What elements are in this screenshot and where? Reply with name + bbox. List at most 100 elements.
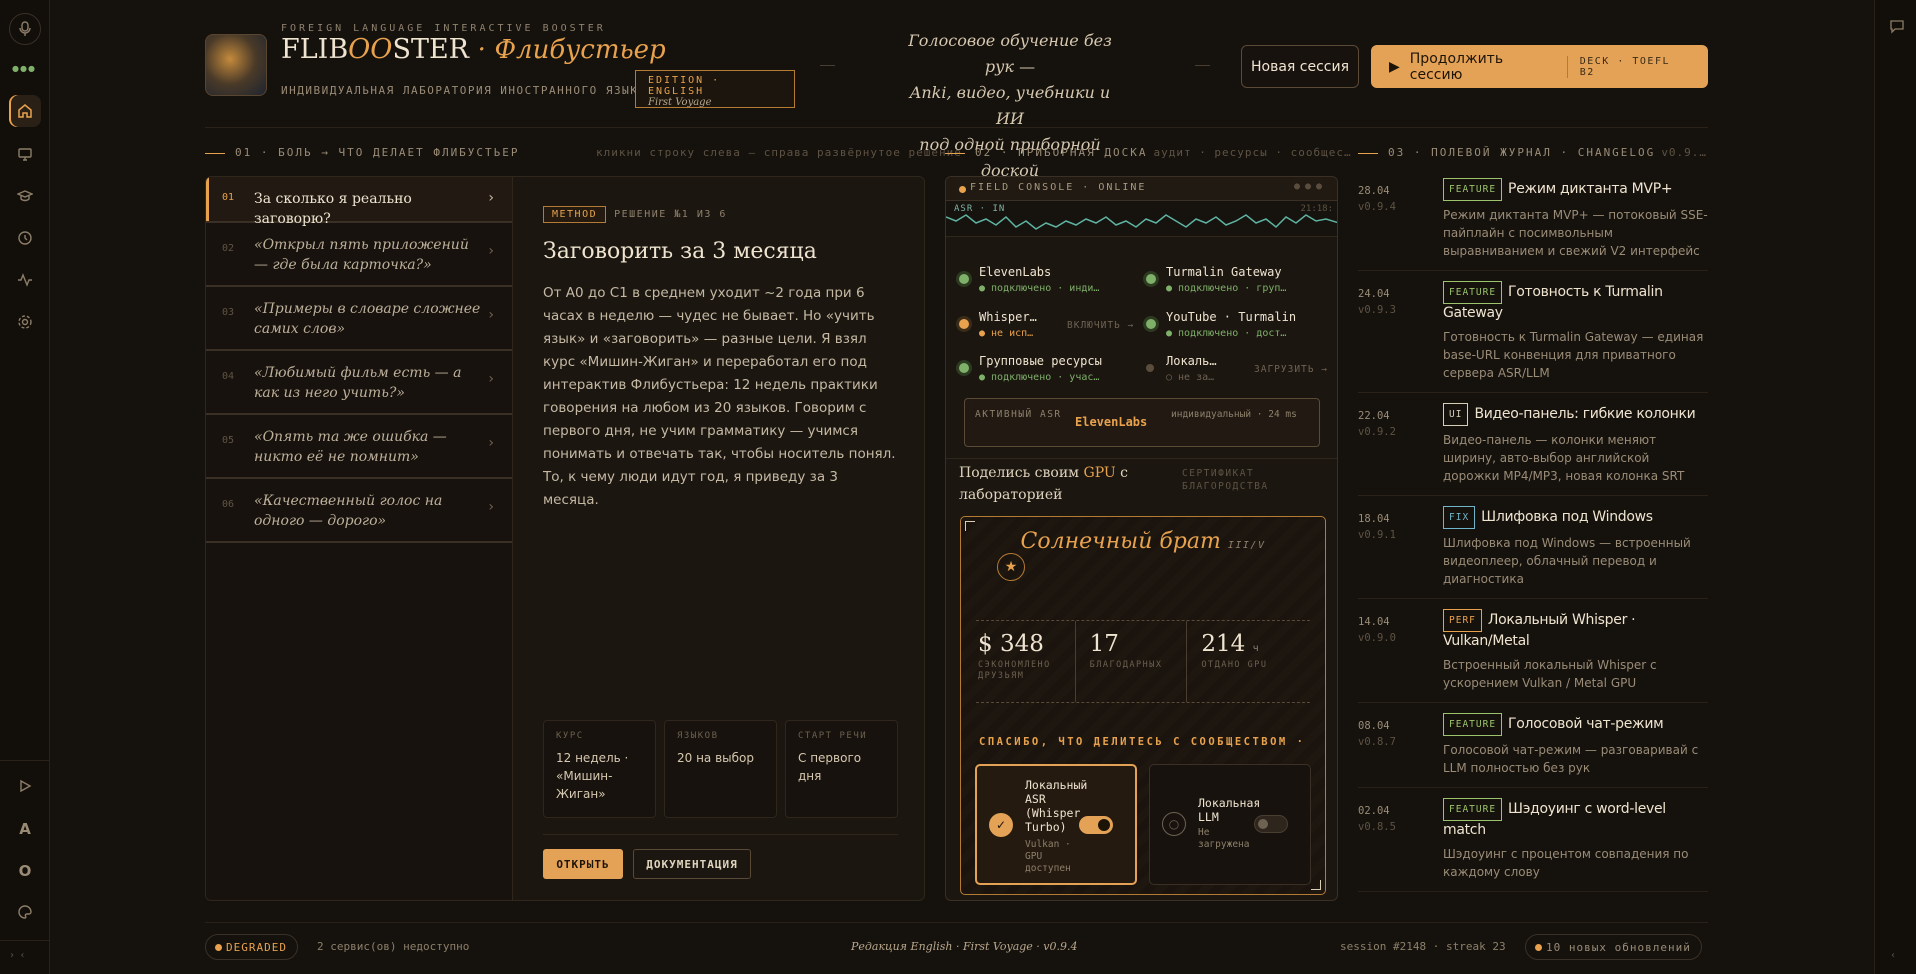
changelog-date: 18.04 v0.9.1 — [1358, 513, 1396, 541]
activity-icon[interactable] — [9, 264, 41, 296]
session-info: session #2148 · streak 23 — [1340, 940, 1506, 953]
changelog-item[interactable]: 08.04 v0.8.7 FEATURE Голосовой чат-режим Гол… — [1358, 713, 1708, 788]
service-turmalin-gateway[interactable]: Turmalin Gateway ● подключено · груп… — [1146, 262, 1331, 302]
solution-title: Заговорить за 3 месяца — [543, 239, 817, 264]
pain-list: 01 За сколько я реально заговорю? › 02 «Отк… — [206, 177, 513, 900]
section-1-title: 01 · БОЛЬ → ЧТО ДЕЛАЕТ ФЛИБУСТЬЕР — [205, 146, 520, 159]
changelog-title: FEATURE Голосовой чат-режим — [1443, 713, 1708, 736]
check-icon: ✓ — [989, 813, 1013, 837]
changelog-tag: FEATURE — [1443, 713, 1503, 736]
changelog: 28.04 v0.9.4 FEATURE Режим диктанта MVP+ Реж… — [1358, 178, 1708, 902]
changelog-desc: Режим диктанта MVP+ — потоковый SSE-пайп… — [1443, 208, 1708, 258]
expand-icon[interactable]: ‹ — [1891, 950, 1895, 961]
enable-whisper-button[interactable]: ВКЛЮЧИТЬ → — [1067, 320, 1134, 331]
changelog-tag: UI — [1443, 403, 1469, 426]
gear-icon[interactable] — [9, 306, 41, 338]
collapse-icon[interactable]: › ‹ — [10, 950, 24, 961]
changelog-title: FEATURE Режим диктанта MVP+ — [1443, 178, 1708, 201]
left-rail: ●●● A O › ‹ — [0, 0, 50, 974]
active-asr: АКТИВНЫЙ ASR ElevenLabs индивидуальный ·… — [964, 398, 1320, 447]
changelog-item[interactable]: 24.04 v0.9.3 FEATURE Готовность к Turmalin … — [1358, 281, 1708, 393]
radio-icon: ○ — [1162, 812, 1186, 836]
changelog-desc: Готовность к Turmalin Gateway — единая b… — [1443, 330, 1704, 380]
pain-item-5[interactable]: 05 «Опять та же ошибка — никто её не помн… — [206, 415, 512, 479]
status-badge[interactable]: DEGRADED — [205, 934, 298, 960]
method-badge: METHOD — [543, 206, 607, 223]
logo — [205, 34, 267, 96]
chevron-right-icon: › — [488, 243, 494, 259]
changelog-tag: PERF — [1443, 609, 1482, 632]
asr-waveform: ASR · IN 21:18: — [946, 201, 1337, 237]
changelog-title: PERF Локальный Whisper · Vulkan/Metal — [1443, 609, 1708, 651]
solution-body: От A0 до C1 в среднем уходит ~2 года при… — [543, 285, 896, 508]
stat-card: ЯЗЫКОВ 20 на выбор — [664, 720, 777, 818]
changelog-date: 28.04 v0.9.4 — [1358, 185, 1396, 213]
changelog-title: FIX Шлифовка под Windows — [1443, 506, 1708, 529]
changelog-desc: Шлифовка под Windows — встроенный видеоп… — [1443, 536, 1691, 586]
certificate-label: СЕРТИФИКАТ БЛАГОРОДСТВА — [1182, 468, 1269, 492]
pain-panel: 01 За сколько я реально заговорю? › 02 «Отк… — [205, 176, 925, 901]
pain-item-4[interactable]: 04 «Любимый фильм есть — а как из него уч… — [206, 351, 512, 415]
service-local-llm[interactable]: Локаль… ○ не за… ЗАГРУЗИТЬ → — [1146, 351, 1331, 391]
pain-item-6[interactable]: 06 «Качественный голос на одного — дорого… — [206, 479, 512, 543]
changelog-item[interactable]: 22.04 v0.9.2 UI Видео-панель: гибкие колонк… — [1358, 403, 1708, 496]
service-youtube[interactable]: YouTube · Turmalin ● подключено · дост… — [1146, 307, 1331, 347]
history-icon[interactable] — [9, 222, 41, 254]
graduation-icon[interactable] — [9, 180, 41, 212]
tagline: Голосовое обучение без рук — Anki, видео,… — [908, 31, 1112, 180]
changelog-date: 14.04 v0.9.0 — [1358, 616, 1396, 644]
changelog-tag: FIX — [1443, 506, 1476, 529]
local-llm-toggle[interactable] — [1254, 815, 1288, 833]
load-llm-button[interactable]: ЗАГРУЗИТЬ → — [1254, 364, 1328, 375]
local-asr-toggle[interactable] — [1079, 816, 1113, 834]
stat-card: КУРС 12 недель · «Мишин-Жиган» — [543, 720, 656, 818]
open-button[interactable]: ОТКРЫТЬ — [543, 849, 623, 879]
changelog-tag: FEATURE — [1443, 178, 1503, 201]
pain-item-2[interactable]: 02 «Открыл пять приложений — где была кар… — [206, 223, 512, 287]
local-llm-option[interactable]: ○ Локальная LLM Не загружена — [1149, 764, 1311, 885]
chevron-right-icon: › — [488, 371, 494, 387]
changelog-item[interactable]: 02.04 v0.8.5 FEATURE Шэдоуинг с word-level … — [1358, 798, 1708, 892]
edition-badge: EDITION · ENGLISH First Voyage — [635, 70, 795, 108]
changelog-item[interactable]: 14.04 v0.9.0 PERF Локальный Whisper · Vulka… — [1358, 609, 1708, 703]
metric: $ 348 СЭКОНОМЛЕНО ДРУЗЬЯМ — [976, 621, 1076, 702]
metric: 17 БЛАГОДАРНЫХ — [1088, 621, 1188, 702]
chat-icon[interactable] — [1889, 18, 1905, 38]
local-asr-option[interactable]: ✓ Локальный ASR (Whisper Turbo) Vulkan ·… — [975, 764, 1137, 885]
status-dots: ●●● — [12, 64, 36, 73]
edition-footer: Редакция English · First Voyage · v0.9.4 — [851, 940, 1078, 953]
palette-icon[interactable] — [9, 896, 41, 928]
changelog-desc: Встроенный локальный Whisper с ускорение… — [1443, 658, 1657, 690]
play-icon: ▶ — [1389, 58, 1400, 75]
section-3-title: 03 · ПОЛЕВОЙ ЖУРНАЛ · CHANGELOG v0.9.… — [1358, 146, 1707, 159]
play-icon[interactable] — [9, 770, 41, 802]
changelog-item[interactable]: 18.04 v0.9.1 FIX Шлифовка под Windows Шлифов… — [1358, 506, 1708, 599]
share-gpu-text: Поделись своим GPU с лабораторией — [959, 465, 1128, 503]
metric: 214 ч ОТДАНО GPU — [1201, 631, 1268, 670]
mic-icon[interactable] — [9, 13, 41, 45]
docs-button[interactable]: ДОКУМЕНТАЦИЯ — [633, 849, 751, 879]
pain-item-1[interactable]: 01 За сколько я реально заговорю? › — [206, 177, 512, 227]
rail-letter-a[interactable]: A — [9, 820, 41, 838]
changelog-date: 24.04 v0.9.3 — [1358, 288, 1396, 316]
changelog-tag: FEATURE — [1443, 798, 1503, 821]
new-session-button[interactable]: Новая сессия — [1241, 45, 1359, 88]
services-down-text: 2 сервис(ов) недоступно — [317, 940, 470, 953]
chevron-right-icon: › — [488, 190, 494, 206]
brand-top: FOREIGN LANGUAGE INTERACTIVE BOOSTER — [281, 23, 606, 34]
changelog-tag: FEATURE — [1443, 281, 1503, 304]
changelog-title: FEATURE Готовность к Turmalin Gateway — [1443, 281, 1708, 323]
continue-session-button[interactable]: ▶ Продолжить сессию DECK · TOEFL B2 — [1371, 45, 1708, 88]
service-whisper[interactable]: Whisper… ● не исп… ВКЛЮЧИТЬ → — [959, 307, 1144, 347]
monitor-icon[interactable] — [9, 138, 41, 170]
service-group-resources[interactable]: Групповые ресурсы ● подключено · учас… — [959, 351, 1144, 391]
certificate-metrics: $ 348 СЭКОНОМЛЕНО ДРУЗЬЯМ 17 БЛАГОДАРНЫХ 2… — [976, 620, 1310, 703]
changelog-item[interactable]: 28.04 v0.9.4 FEATURE Режим диктанта MVP+ Реж… — [1358, 178, 1708, 271]
rail-letter-o[interactable]: O — [9, 862, 41, 880]
pain-item-3[interactable]: 03 «Примеры в словаре сложнее самих слов»… — [206, 287, 512, 351]
changelog-title: FEATURE Шэдоуинг с word-level match — [1443, 798, 1708, 840]
updates-badge[interactable]: 10 новых обновлений — [1525, 934, 1702, 960]
service-elevenlabs[interactable]: ElevenLabs ● подключено · инди… — [959, 262, 1144, 302]
home-icon[interactable] — [9, 95, 41, 127]
solution-stats: КУРС 12 недель · «Мишин-Жиган» ЯЗЫКОВ 20 н… — [543, 720, 898, 818]
